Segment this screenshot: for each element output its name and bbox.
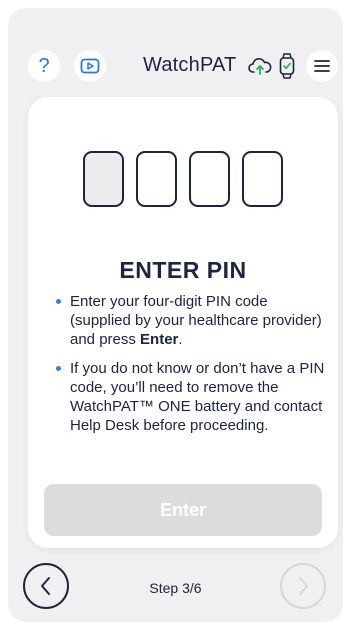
pin-input-group[interactable] — [83, 151, 285, 209]
instruction-text-1c: . — [178, 331, 183, 348]
pin-digit-3[interactable] — [189, 151, 230, 207]
top-bar: ? WatchPAT — [8, 48, 343, 84]
help-button[interactable]: ? — [28, 50, 60, 82]
bullet-dot — [56, 366, 61, 371]
pin-card: ENTER PIN Enter your four-digit PIN code… — [28, 97, 338, 548]
pin-digit-2[interactable] — [136, 151, 177, 207]
pin-digit-4[interactable] — [242, 151, 283, 207]
bullet-dot — [56, 299, 61, 304]
instruction-enter-keyword: Enter — [140, 331, 179, 348]
play-video-icon — [80, 58, 100, 74]
instruction-text-1a: Enter your four-digit PIN code (supplied… — [70, 293, 322, 348]
cloud-upload-icon[interactable] — [248, 56, 272, 76]
menu-button[interactable] — [306, 50, 338, 82]
video-button[interactable] — [74, 50, 106, 82]
hamburger-menu-icon — [314, 60, 330, 72]
brand-logo: WatchPAT — [143, 54, 236, 77]
page-title: ENTER PIN — [119, 257, 247, 283]
chevron-right-icon — [299, 577, 308, 595]
brand-thin: PAT — [199, 54, 237, 76]
app-screen: ? WatchPAT ENTER PIN Enter your four-dig… — [8, 8, 343, 622]
instruction-text-2: If you do not know or don’t have a PIN c… — [70, 360, 325, 434]
brand-bold: Watch — [143, 54, 200, 76]
smartwatch-check-icon[interactable] — [279, 53, 295, 79]
instructions-list: Enter your four-digit PIN code (supplied… — [56, 292, 326, 445]
instruction-item: Enter your four-digit PIN code (supplied… — [56, 292, 326, 349]
question-icon: ? — [38, 54, 50, 77]
instruction-item: If you do not know or don’t have a PIN c… — [56, 359, 326, 435]
pin-digit-1[interactable] — [83, 151, 124, 207]
enter-button[interactable]: Enter — [44, 484, 322, 536]
next-button[interactable] — [280, 563, 326, 609]
